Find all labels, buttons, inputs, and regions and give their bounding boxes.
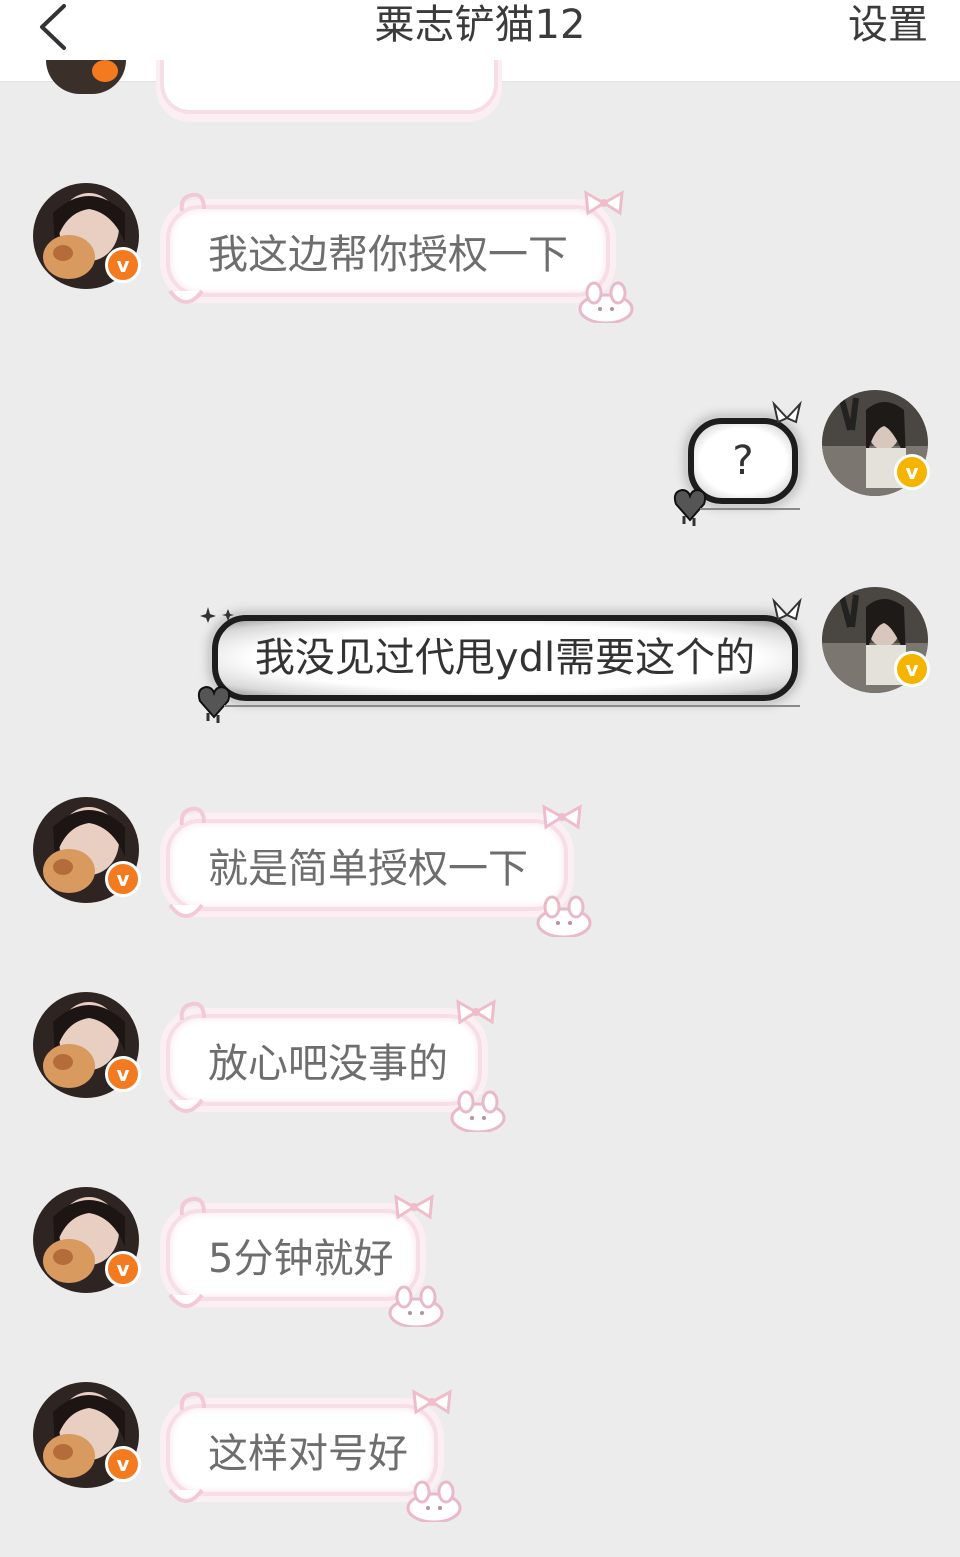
message-bubble: 这样对号好 (166, 1389, 462, 1522)
avatar[interactable]: v (822, 587, 930, 693)
avatar[interactable]: v (33, 1187, 141, 1293)
verified-badge: v (105, 861, 141, 897)
settings-button[interactable]: 设置 (848, 0, 928, 50)
message-text: 我这边帮你授权一下 (208, 232, 568, 278)
message-bubble: 我这边帮你授权一下 (166, 190, 634, 323)
message-bubble: 放心吧没事的 (166, 999, 506, 1132)
verified-badge: v (105, 1446, 141, 1482)
divider (224, 705, 800, 707)
message-bubble: 5分钟就好 (166, 1194, 444, 1327)
message-bubble-partial (160, 60, 498, 114)
message-bubble: 我没见过代甩ydl需要这个的 (197, 597, 802, 723)
avatar[interactable]: v (33, 1382, 141, 1488)
avatar-partial[interactable] (46, 60, 126, 94)
message-text: 这样对号好 (208, 1431, 408, 1477)
message-bubble: ? (673, 400, 802, 526)
verified-badge: v (894, 454, 930, 490)
message-text: ? (732, 438, 754, 484)
message-bubble: 就是简单授权一下 (166, 804, 592, 937)
message-text: 就是简单授权一下 (208, 846, 528, 892)
divider (700, 508, 800, 510)
verified-badge: v (105, 247, 141, 283)
avatar[interactable]: v (33, 183, 141, 289)
avatar[interactable]: v (33, 992, 141, 1098)
verified-badge: v (105, 1251, 141, 1287)
verified-badge: v (105, 1056, 141, 1092)
message-text: 放心吧没事的 (208, 1041, 448, 1087)
chat-title: 粟志铲猫12 (374, 2, 586, 48)
message-text: 我没见过代甩ydl需要这个的 (254, 635, 756, 681)
avatar[interactable]: v (822, 390, 930, 496)
message-text: 5分钟就好 (208, 1236, 394, 1282)
verified-badge: v (894, 651, 930, 687)
avatar[interactable]: v (33, 797, 141, 903)
